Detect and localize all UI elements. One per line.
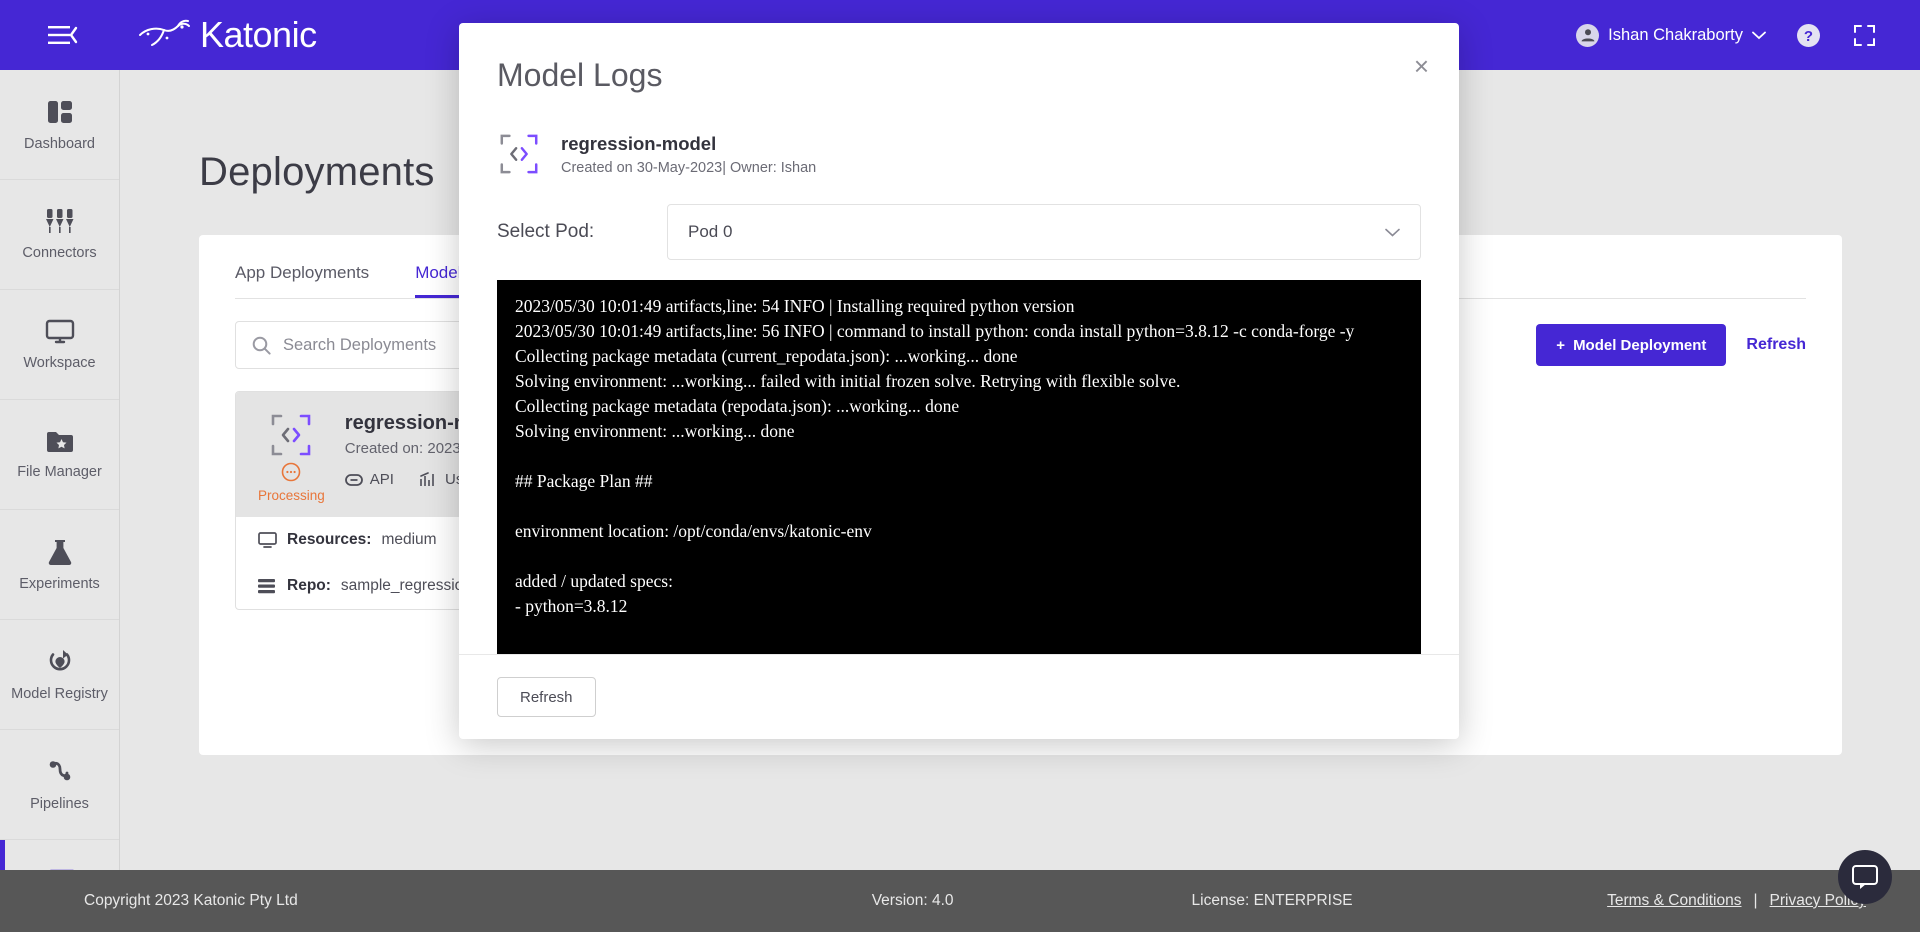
close-x-icon[interactable]: × [1414,53,1429,79]
chat-bubble-icon[interactable] [1838,850,1892,904]
log-line: Solving environment: ...working... faile… [515,371,1181,391]
modal-model-info: regression-model Created on 30-May-2023|… [459,94,1459,176]
log-line: - python=3.8.12 [515,596,628,616]
pod-selected-value: Pod 0 [688,222,733,241]
log-output-console[interactable]: 2023/05/30 10:01:49 artifacts,line: 54 I… [497,280,1421,654]
code-brackets-icon [500,134,538,174]
log-line: Collecting package metadata (repodata.js… [515,396,960,416]
log-line: environment location: /opt/conda/envs/ka… [515,521,872,541]
log-line: ## Package Plan ## [515,471,653,491]
modal-refresh-button[interactable]: Refresh [497,677,596,717]
log-line: 2023/05/30 10:01:49 artifacts,line: 56 I… [515,321,1355,341]
select-pod-label: Select Pod: [497,221,595,242]
modal-title: Model Logs [497,57,663,93]
model-logs-modal: Model Logs × regression-model Created on… [459,23,1459,739]
chevron-down-icon [1385,222,1400,242]
log-line: 2023/05/30 10:01:49 artifacts,line: 54 I… [515,296,1075,316]
modal-model-meta: Created on 30-May-2023| Owner: Ishan [561,159,817,176]
log-line: added / updated specs: [515,571,673,591]
modal-model-name: regression-model [561,132,717,154]
log-line: Solving environment: ...working... done [515,421,795,441]
pod-select-dropdown[interactable]: Pod 0 [667,204,1421,260]
log-line: Collecting package metadata (current_rep… [515,346,1018,366]
